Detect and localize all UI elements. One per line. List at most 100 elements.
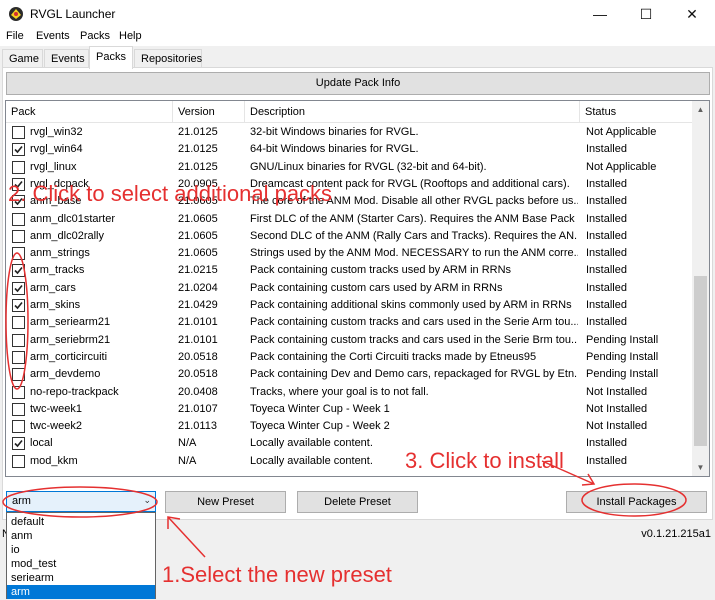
tab-game[interactable]: Game <box>2 49 43 68</box>
preset-option[interactable]: anm <box>7 529 155 543</box>
pack-name: twc-week1 <box>30 402 82 415</box>
preset-option[interactable]: arm <box>7 585 155 599</box>
pack-name: arm_devdemo <box>30 368 101 381</box>
table-row[interactable]: arm_seriebrm21 21.0101 Pack containing cus… <box>6 332 696 349</box>
column-header-status[interactable]: Status <box>580 101 696 123</box>
pack-checkbox[interactable] <box>12 385 25 399</box>
table-row[interactable]: arm_cars 21.0204 Pack containing custom ca… <box>6 280 696 297</box>
pack-version: 21.0125 <box>178 160 218 173</box>
table-row[interactable]: rvgl_linux 21.0125 GNU/Linux binaries for … <box>6 159 696 176</box>
rvgl-app-icon <box>9 7 23 21</box>
pack-checkbox[interactable] <box>12 264 25 278</box>
scroll-thumb[interactable] <box>694 276 707 446</box>
pack-checkbox[interactable] <box>12 247 25 261</box>
table-row[interactable]: arm_tracks 21.0215 Pack containing custom … <box>6 262 696 279</box>
install-packages-button[interactable]: Install Packages <box>566 491 707 513</box>
vertical-scrollbar[interactable]: ▲ ▼ <box>692 101 709 476</box>
table-row[interactable]: arm_devdemo 20.0518 Pack containing Dev an… <box>6 366 696 383</box>
update-pack-info-button[interactable]: Update Pack Info <box>6 72 710 95</box>
column-header-pack[interactable]: Pack <box>6 101 173 123</box>
tab-repositories[interactable]: Repositories <box>134 49 202 68</box>
pack-checkbox[interactable] <box>12 350 25 364</box>
pack-description: Toyeca Winter Cup - Week 2 <box>250 420 390 433</box>
preset-select[interactable]: arm ⌄ <box>6 491 156 512</box>
pack-status: Installed <box>586 437 627 450</box>
pack-version: 21.0107 <box>178 402 218 415</box>
pack-checkbox[interactable] <box>12 229 25 243</box>
version-label: v0.1.21.215a1 <box>641 528 711 540</box>
pack-name: twc-week2 <box>30 420 82 433</box>
table-row[interactable]: anm_dlc02rally 21.0605 Second DLC of the A… <box>6 228 696 245</box>
pack-checkbox[interactable] <box>12 143 25 157</box>
chevron-down-icon[interactable]: ⌄ <box>143 495 151 506</box>
table-row[interactable]: twc-week2 21.0113 Toyeca Winter Cup - Week… <box>6 418 696 435</box>
pack-description: Pack containing custom tracks used by AR… <box>250 264 512 277</box>
pack-name: no-repo-trackpack <box>30 385 119 398</box>
pack-description: Strings used by the ANM Mod. NECESSARY t… <box>250 247 578 260</box>
preset-option[interactable]: default <box>7 515 155 529</box>
pack-description: Second DLC of the ANM (Rally Cars and Tr… <box>250 229 578 242</box>
pack-checkbox[interactable] <box>12 316 25 330</box>
pack-version: 21.0101 <box>178 316 218 329</box>
pack-status: Not Applicable <box>586 160 657 173</box>
table-row[interactable]: arm_corticircuiti 20.0518 Pack containing … <box>6 349 696 366</box>
pack-checkbox[interactable] <box>12 454 25 468</box>
packs-table: Pack Version Description Status rvgl_win… <box>5 100 710 477</box>
table-row[interactable]: twc-week1 21.0107 Toyeca Winter Cup - Week… <box>6 401 696 418</box>
preset-option[interactable]: io <box>7 543 155 557</box>
pack-checkbox[interactable] <box>12 333 25 347</box>
pack-status: Installed <box>586 195 627 208</box>
pack-status: Not Installed <box>586 402 648 415</box>
preset-option[interactable]: seriearm <box>7 571 155 585</box>
pack-checkbox[interactable] <box>12 368 25 382</box>
pack-description: Pack containing custom cars used by ARM … <box>250 281 503 294</box>
table-row[interactable]: arm_skins 21.0429 Pack containing addition… <box>6 297 696 314</box>
table-row[interactable]: anm_dlc01starter 21.0605 First DLC of the … <box>6 211 696 228</box>
pack-description: First DLC of the ANM (Starter Cars). Req… <box>250 212 578 225</box>
pack-status: Not Applicable <box>586 126 657 138</box>
pack-version: 21.0605 <box>178 212 218 225</box>
table-row[interactable]: no-repo-trackpack 20.0408 Tracks, where yo… <box>6 384 696 401</box>
table-header: Pack Version Description Status <box>6 101 696 123</box>
pack-checkbox[interactable] <box>12 126 25 139</box>
close-button[interactable]: ✕ <box>669 0 715 28</box>
menu-help[interactable]: Help <box>119 30 142 42</box>
new-preset-button[interactable]: New Preset <box>165 491 286 513</box>
pack-description: Toyeca Winter Cup - Week 1 <box>250 402 390 415</box>
menu-file[interactable]: File <box>6 30 24 42</box>
annotation-step-1: 1.Select the new preset <box>162 562 392 587</box>
annotation-step-2: 2. Click to select additional packs <box>8 181 333 206</box>
menu-bar: File Events Packs Help <box>0 28 715 46</box>
column-header-version[interactable]: Version <box>173 101 245 123</box>
pack-checkbox[interactable] <box>12 420 25 434</box>
pack-checkbox[interactable] <box>12 212 25 226</box>
pack-name: rvgl_win64 <box>30 143 83 156</box>
table-row[interactable]: arm_seriearm21 21.0101 Pack containing cus… <box>6 314 696 331</box>
table-row[interactable]: mod_kkm N/A Locally available content. Inst… <box>6 453 696 470</box>
menu-packs[interactable]: Packs <box>80 30 110 42</box>
pack-checkbox[interactable] <box>12 299 25 312</box>
preset-select-value: arm <box>12 495 31 507</box>
preset-option[interactable]: mod_test <box>7 557 155 571</box>
pack-name: anm_strings <box>30 247 90 260</box>
pack-checkbox[interactable] <box>12 402 25 416</box>
table-row[interactable]: rvgl_win64 21.0125 64-bit Windows binaries… <box>6 141 696 158</box>
scroll-up-icon[interactable]: ▲ <box>692 101 709 118</box>
scroll-down-icon[interactable]: ▼ <box>692 459 709 476</box>
table-row[interactable]: local N/A Locally available content. Instal… <box>6 435 696 452</box>
pack-checkbox[interactable] <box>12 437 25 451</box>
delete-preset-button[interactable]: Delete Preset <box>297 491 418 513</box>
tab-events[interactable]: Events <box>44 49 89 68</box>
maximize-button[interactable]: ☐ <box>623 0 669 28</box>
table-row[interactable]: anm_strings 21.0605 Strings used by the AN… <box>6 245 696 262</box>
pack-version: 21.0125 <box>178 143 218 156</box>
pack-checkbox[interactable] <box>12 160 25 174</box>
pack-checkbox[interactable] <box>12 281 25 295</box>
minimize-button[interactable]: — <box>577 0 623 28</box>
tab-packs[interactable]: Packs <box>89 46 133 69</box>
pack-version: 21.0101 <box>178 333 218 346</box>
pack-status: Installed <box>586 247 627 260</box>
menu-events[interactable]: Events <box>36 30 70 42</box>
column-header-description[interactable]: Description <box>245 101 580 123</box>
table-row[interactable]: rvgl_win32 21.0125 32-bit Windows binaries… <box>6 124 696 141</box>
